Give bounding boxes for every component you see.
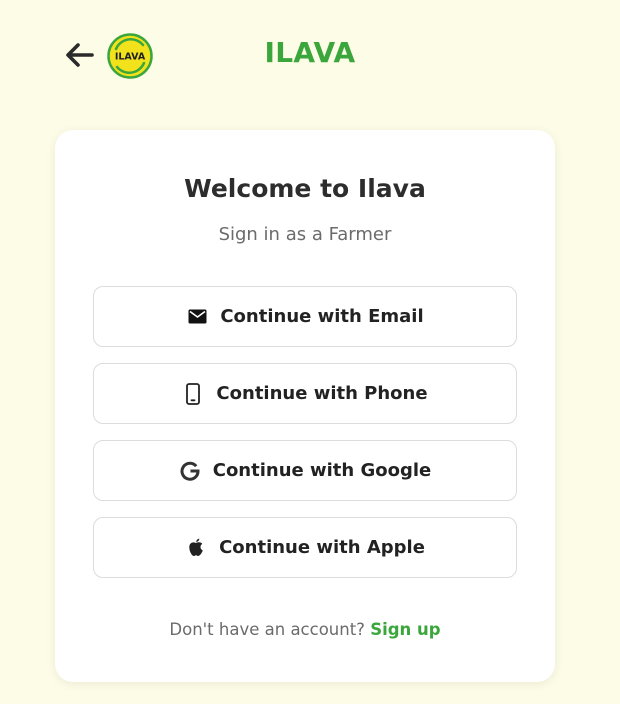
continue-with-phone-button[interactable]: Continue with Phone	[93, 363, 517, 424]
continue-with-apple-button[interactable]: Continue with Apple	[93, 517, 517, 578]
google-icon	[179, 460, 201, 482]
signup-prompt: Don't have an account? Sign up	[55, 620, 555, 639]
continue-with-email-button[interactable]: Continue with Email	[93, 286, 517, 347]
app-header: ILAVA ILAVA	[0, 0, 620, 112]
app-title: ILAVA	[264, 36, 356, 69]
sign-in-card: Welcome to Ilava Sign in as a Farmer Con…	[55, 130, 555, 682]
phone-button-label: Continue with Phone	[216, 383, 428, 404]
continue-with-google-button[interactable]: Continue with Google	[93, 440, 517, 501]
sign-up-link[interactable]: Sign up	[370, 620, 440, 639]
google-button-label: Continue with Google	[212, 460, 432, 481]
mail-icon	[186, 306, 208, 328]
card-subtitle: Sign in as a Farmer	[218, 224, 392, 245]
phone-icon	[182, 382, 204, 405]
apple-button-label: Continue with Apple	[219, 537, 425, 558]
card-title: Welcome to Ilava	[184, 174, 426, 203]
signup-prompt-text: Don't have an account?	[169, 620, 365, 639]
apple-icon	[185, 537, 207, 559]
email-button-label: Continue with Email	[220, 306, 424, 327]
